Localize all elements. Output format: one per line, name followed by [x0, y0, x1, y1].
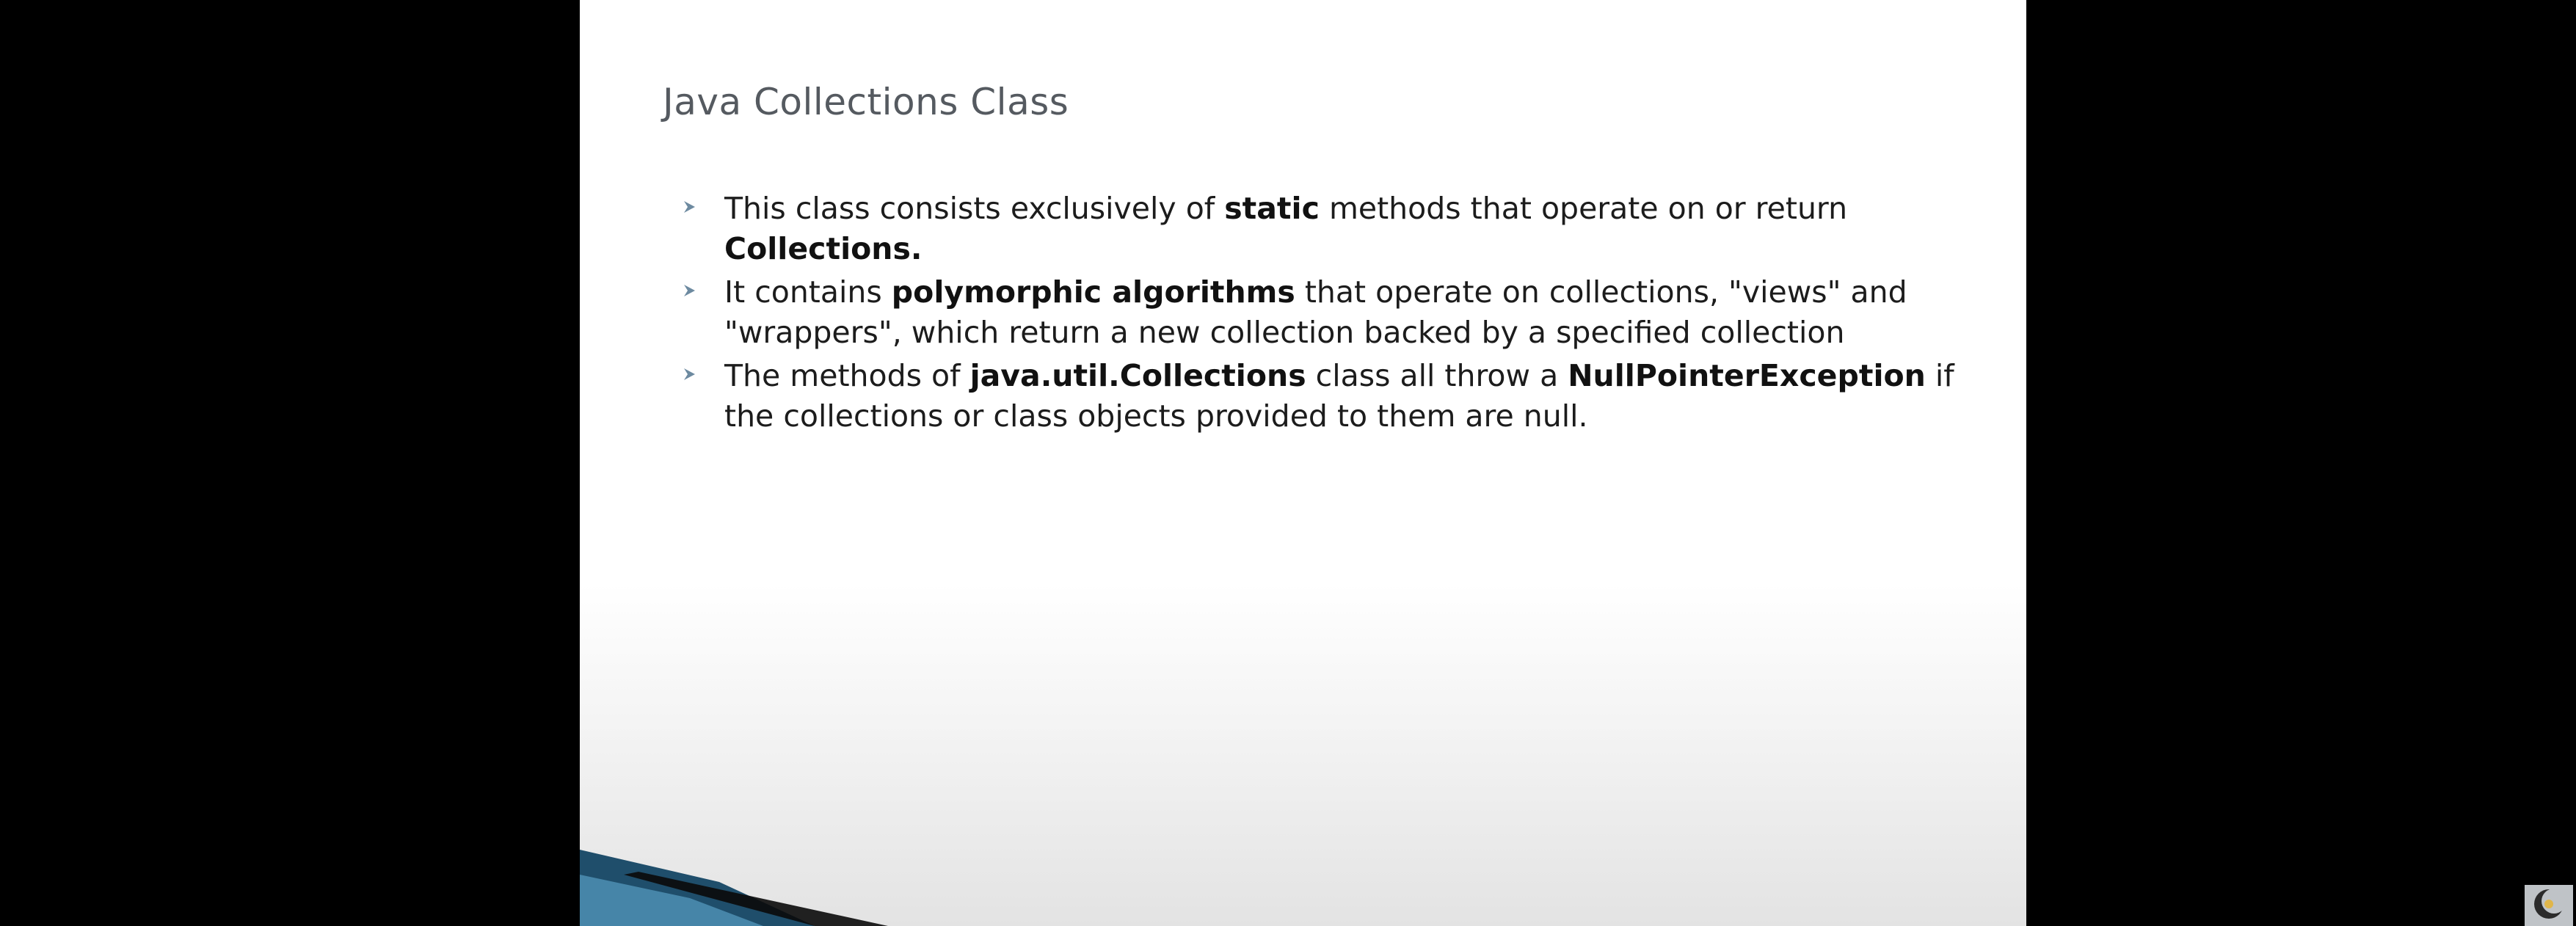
bullet-text-segment: The methods of	[724, 358, 970, 393]
bullet-item: The methods of java.util.Collections cla…	[683, 356, 1960, 437]
bullet-text-segment: methods that operate on or return	[1319, 191, 1848, 226]
presentation-slide: Java Collections Class This class consis…	[580, 0, 2026, 926]
bullet-bold-segment: Collections.	[724, 231, 923, 266]
bullet-text: It contains polymorphic algorithms that …	[724, 274, 1907, 350]
crescent-logo-icon	[2525, 885, 2573, 926]
bullet-item: This class consists exclusively of stati…	[683, 189, 1960, 269]
bullet-bold-segment: java.util.Collections	[969, 358, 1306, 393]
bullet-bold-segment: polymorphic algorithms	[891, 274, 1295, 310]
bullet-text-segment: class all throw a	[1306, 358, 1568, 393]
bullet-list: This class consists exclusively of stati…	[683, 189, 1960, 440]
bullet-text-segment: It contains	[724, 274, 892, 310]
arrowhead-icon	[684, 201, 695, 213]
bullet-text: The methods of java.util.Collections cla…	[724, 358, 1954, 434]
bullet-bold-segment: NullPointerException	[1568, 358, 1926, 393]
arrowhead-icon	[684, 368, 695, 380]
bullet-bold-segment: static	[1224, 191, 1320, 226]
bullet-item: It contains polymorphic algorithms that …	[683, 272, 1960, 353]
arrowhead-icon	[684, 285, 695, 296]
slide-corner-swoosh	[580, 850, 888, 926]
slide-title: Java Collections Class	[663, 81, 1069, 123]
bullet-text-segment: This class consists exclusively of	[724, 191, 1225, 226]
bullet-text: This class consists exclusively of stati…	[724, 191, 1847, 266]
